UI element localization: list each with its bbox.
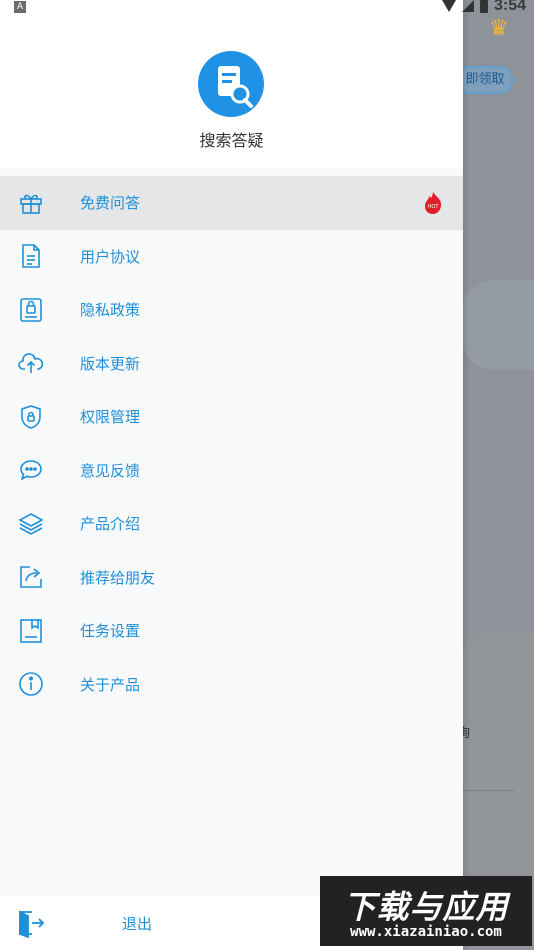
background-card-text: 询 xyxy=(463,726,471,741)
menu-item-user-agreement[interactable]: 用户协议 xyxy=(0,230,463,284)
menu-item-label: 产品介绍 xyxy=(80,515,141,534)
menu-item-label: 免费问答 xyxy=(80,194,141,213)
background-illustration xyxy=(463,280,534,370)
menu-item-recommend-friends[interactable]: 推荐给朋友 xyxy=(0,551,463,605)
shield-lock-icon xyxy=(18,404,44,430)
logout-icon xyxy=(16,908,46,939)
background-divider xyxy=(463,790,515,791)
menu-item-label: 意见反馈 xyxy=(80,461,141,480)
chat-bubble-icon xyxy=(18,457,44,483)
wifi-icon xyxy=(441,0,456,12)
menu-item-product-intro[interactable]: 产品介绍 xyxy=(0,497,463,551)
menu-item-feedback[interactable]: 意见反馈 xyxy=(0,444,463,498)
menu-item-task-settings[interactable]: 任务设置 xyxy=(0,604,463,658)
status-time: 3:54 xyxy=(493,0,526,14)
status-right: 3:54 xyxy=(441,0,526,15)
menu-item-label: 权限管理 xyxy=(80,408,141,427)
menu-item-version-update[interactable]: 版本更新 xyxy=(0,337,463,391)
document-icon xyxy=(18,243,44,269)
menu-item-label: 隐私政策 xyxy=(80,301,141,320)
menu-item-about-product[interactable]: 关于产品 xyxy=(0,658,463,712)
crown-icon: ♛ xyxy=(489,16,509,41)
watermark-url: www.xiazainiao.com xyxy=(350,924,502,940)
navigation-drawer: 搜索答疑 免费问答 HOT 用户协议 隐私政策 版本更新 权限管理 意见反馈 产… xyxy=(0,0,463,950)
watermark-title: 下载与应用 xyxy=(343,888,509,926)
share-icon xyxy=(18,564,44,590)
menu-item-label: 版本更新 xyxy=(80,354,141,373)
signal-icon xyxy=(461,0,474,12)
site-watermark: 下载与应用 www.xiazainiao.com xyxy=(320,876,532,946)
menu-item-label: 关于产品 xyxy=(80,675,141,694)
hot-flame-icon: HOT xyxy=(422,191,444,215)
privacy-lock-icon xyxy=(18,297,44,323)
drawer-header: 搜索答疑 xyxy=(0,0,463,168)
info-icon xyxy=(18,671,44,697)
logout-label: 退出 xyxy=(122,914,153,933)
app-logo-icon xyxy=(198,51,264,117)
menu-item-label: 任务设置 xyxy=(80,622,141,641)
status-bar: A 3:54 xyxy=(0,0,534,14)
layers-icon xyxy=(18,511,44,537)
cloud-upload-icon xyxy=(18,350,44,376)
drawer-menu: 免费问答 HOT 用户协议 隐私政策 版本更新 权限管理 意见反馈 产品介绍 推… xyxy=(0,176,463,711)
menu-item-free-qa[interactable]: 免费问答 HOT xyxy=(0,176,463,230)
menu-item-label: 用户协议 xyxy=(80,247,141,266)
hot-badge-text: HOT xyxy=(428,204,440,210)
menu-item-label: 推荐给朋友 xyxy=(80,568,156,587)
claim-button: 即领取 xyxy=(463,66,513,94)
background-app[interactable]: ♛ 即领取 询 xyxy=(463,0,534,950)
app-name: 搜索答疑 xyxy=(199,131,264,150)
gift-icon xyxy=(18,190,44,216)
status-indicator: A xyxy=(14,1,26,13)
battery-icon xyxy=(479,0,488,13)
menu-item-privacy-policy[interactable]: 隐私政策 xyxy=(0,283,463,337)
menu-item-permission-management[interactable]: 权限管理 xyxy=(0,390,463,444)
bookmark-doc-icon xyxy=(18,618,44,644)
